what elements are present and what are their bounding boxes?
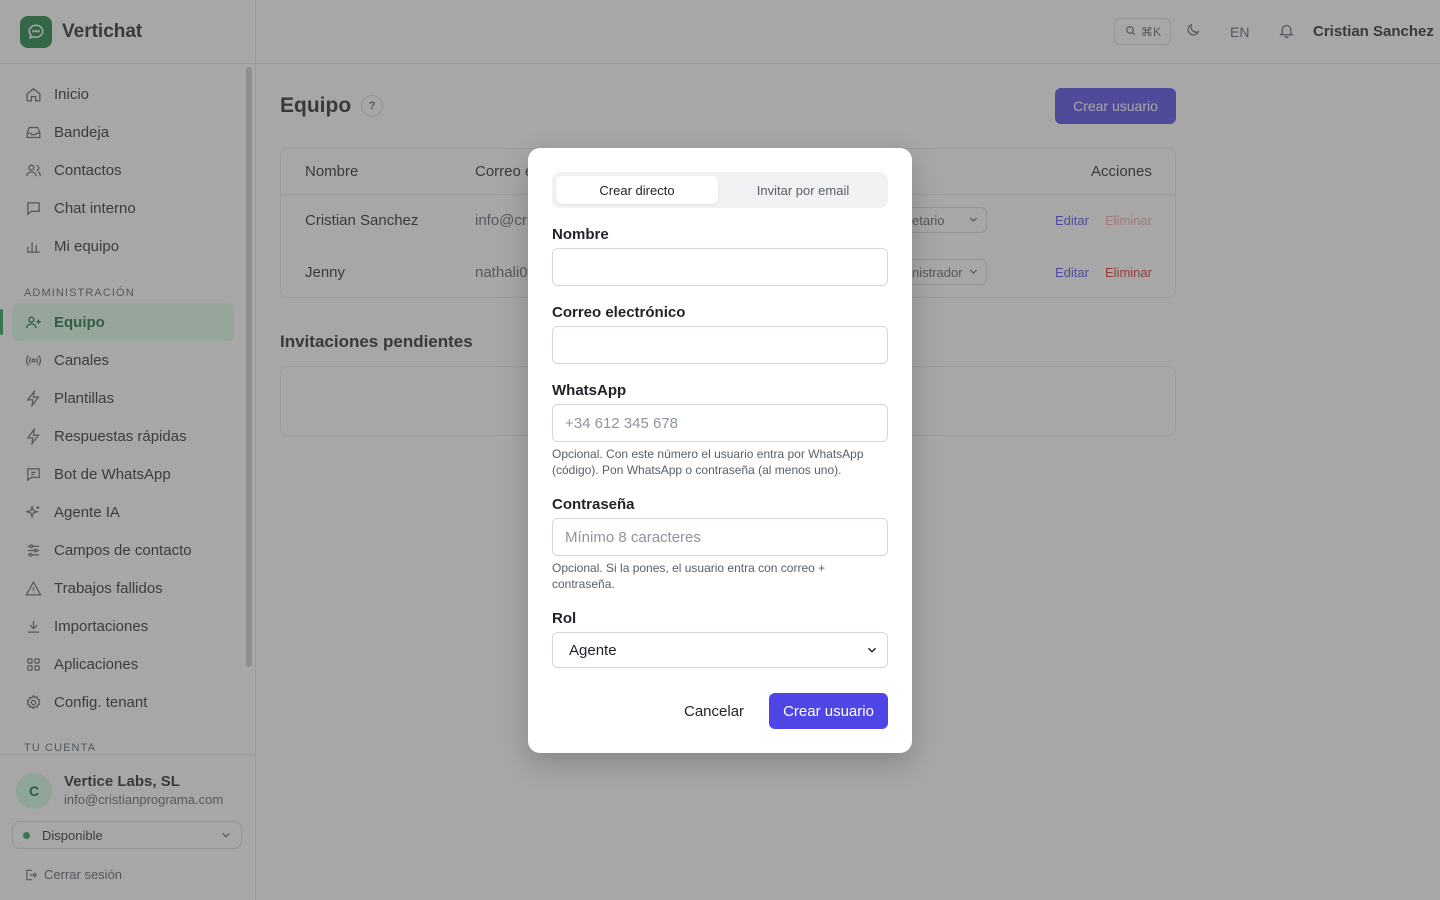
create-user-modal: Crear directo Invitar por email Nombre C… [528,148,912,753]
email-input[interactable] [552,326,888,364]
whatsapp-label: WhatsApp [552,382,627,399]
cancel-button[interactable]: Cancelar [684,703,744,720]
name-label: Nombre [552,226,609,243]
chevron-down-icon [865,643,879,661]
role-dropdown-value: Agente [569,641,617,659]
password-input[interactable] [552,518,888,556]
email-label: Correo electrónico [552,304,686,321]
role-dropdown[interactable]: Agente [552,632,888,668]
tab-invitar-por-email[interactable]: Invitar por email [722,176,884,204]
tab-crear-directo[interactable]: Crear directo [556,176,718,204]
submit-create-user-button[interactable]: Crear usuario [769,693,888,729]
name-input[interactable] [552,248,888,286]
password-hint: Opcional. Si la pones, el usuario entra … [552,561,826,591]
password-label: Contraseña [552,496,635,513]
role-label: Rol [552,610,577,627]
modal-tabs: Crear directo Invitar por email [552,172,888,208]
whatsapp-input[interactable] [552,404,888,442]
whatsapp-hint: Opcional. Con este número el usuario ent… [552,447,864,477]
